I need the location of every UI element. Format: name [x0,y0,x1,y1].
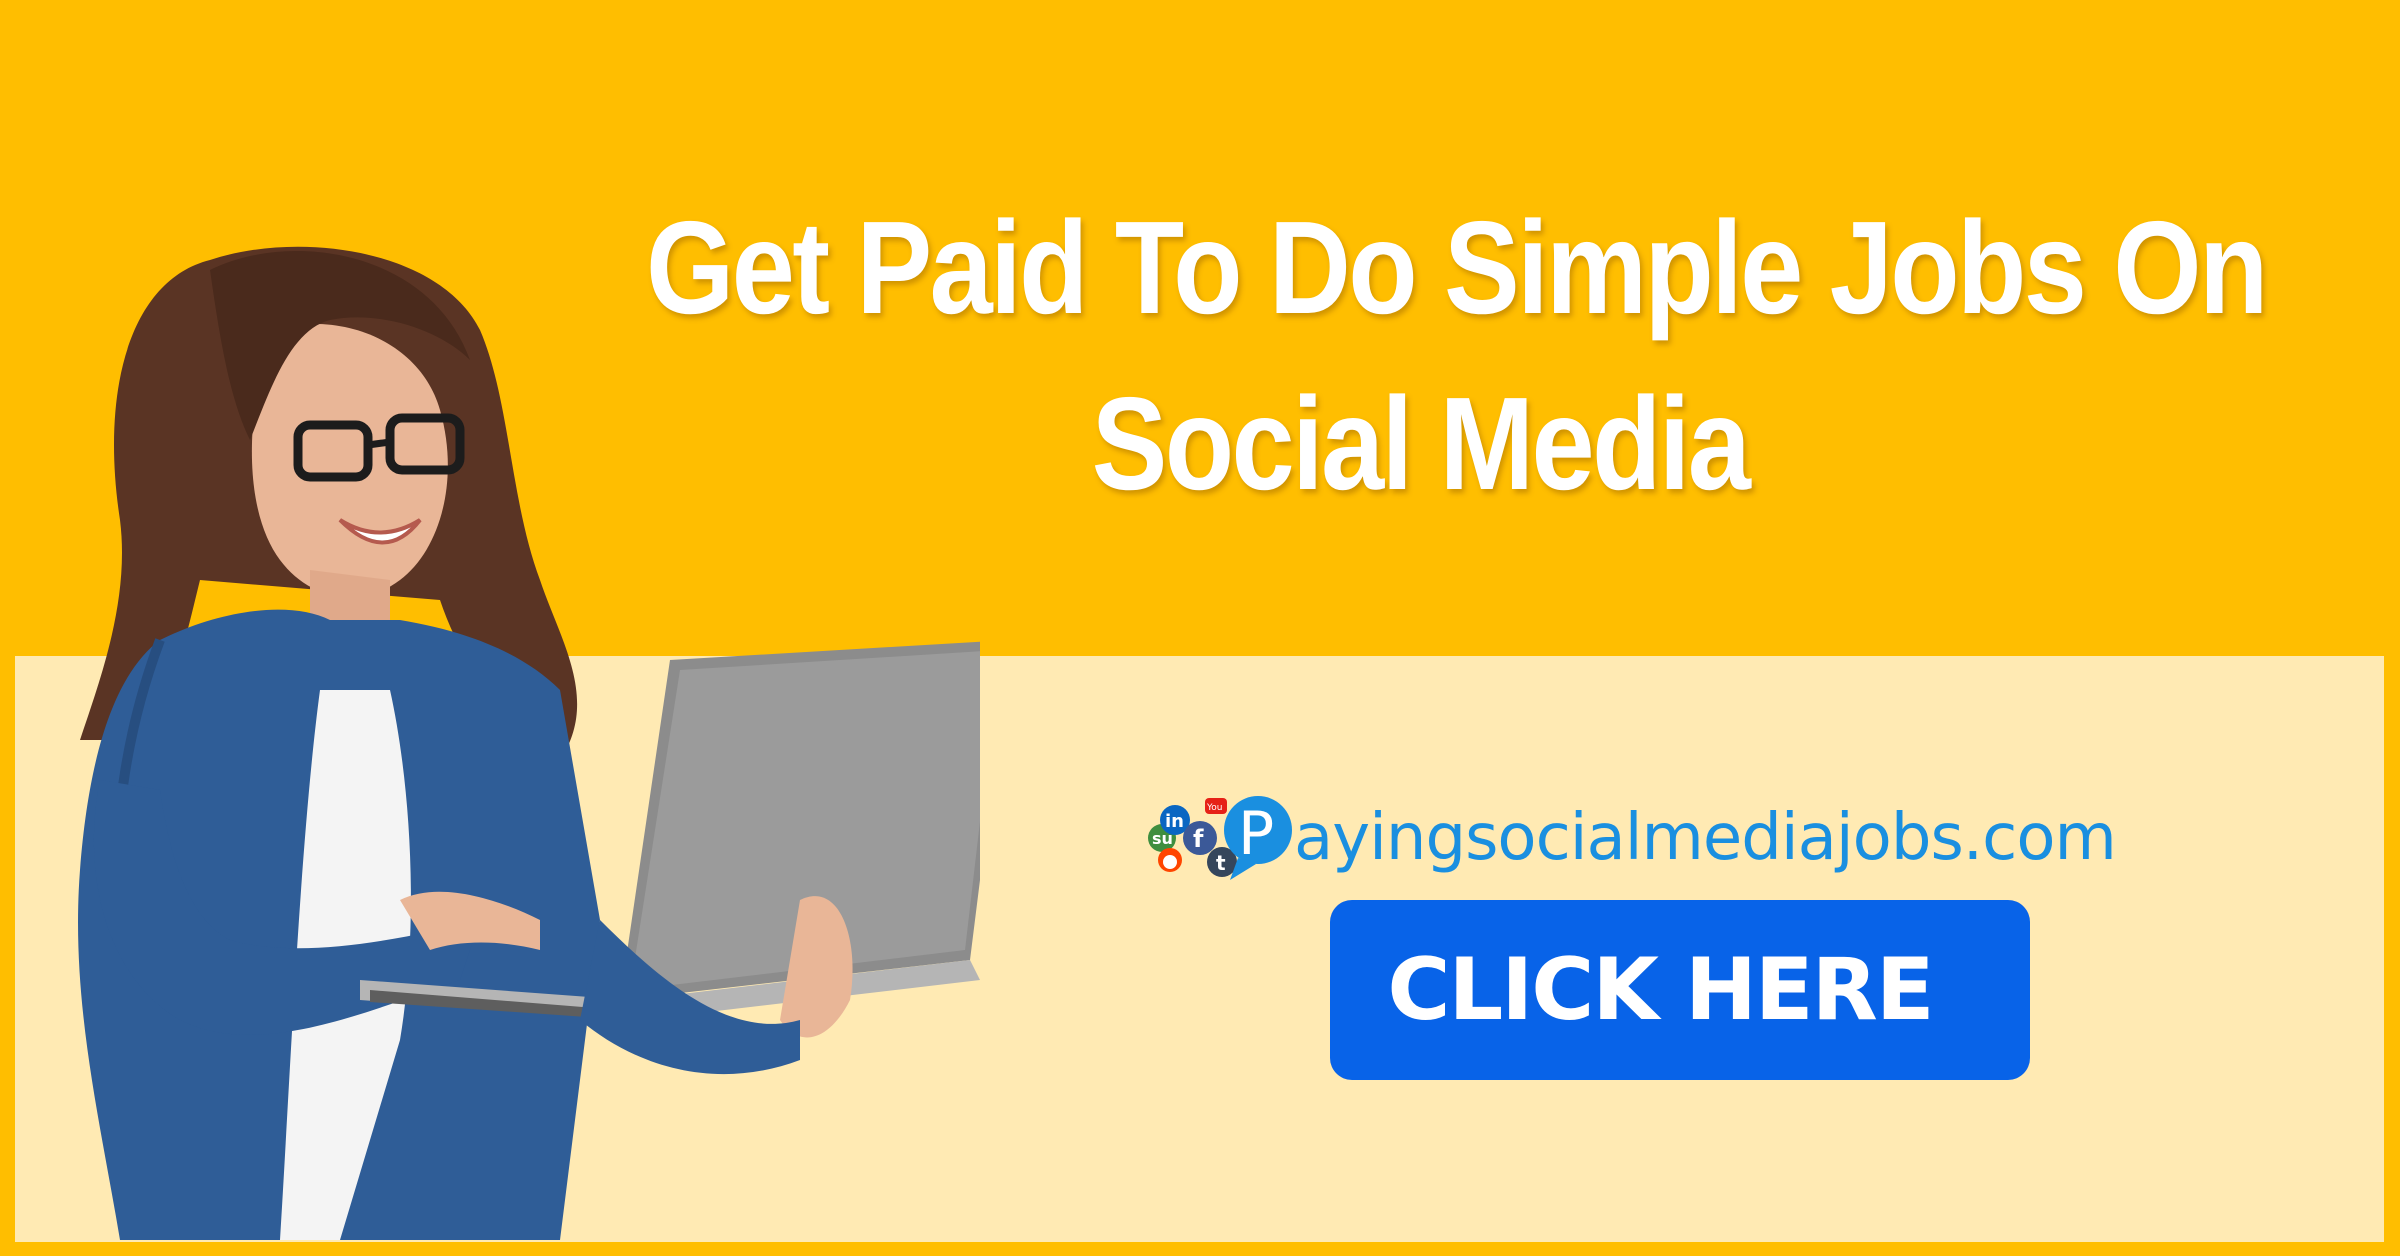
svg-text:You: You [1206,803,1223,813]
woman-with-laptop-illustration [78,246,980,1240]
site-logo[interactable]: su in f You t P ayingsocialmediajobs.com [1130,780,2117,890]
social-media-icons-p-logo: su in f You t P [1148,796,1292,880]
svg-text:P: P [1238,799,1274,869]
svg-text:f: f [1193,825,1204,853]
svg-text:t: t [1216,851,1226,875]
ad-banner: Get Paid To Do Simple Jobs On Social Med… [0,0,2400,1256]
click-here-button[interactable]: CLICK HERE [1330,900,2030,1080]
svg-text:in: in [1165,811,1184,832]
logo-text: ayingsocialmediajobs.com [1294,801,2117,875]
